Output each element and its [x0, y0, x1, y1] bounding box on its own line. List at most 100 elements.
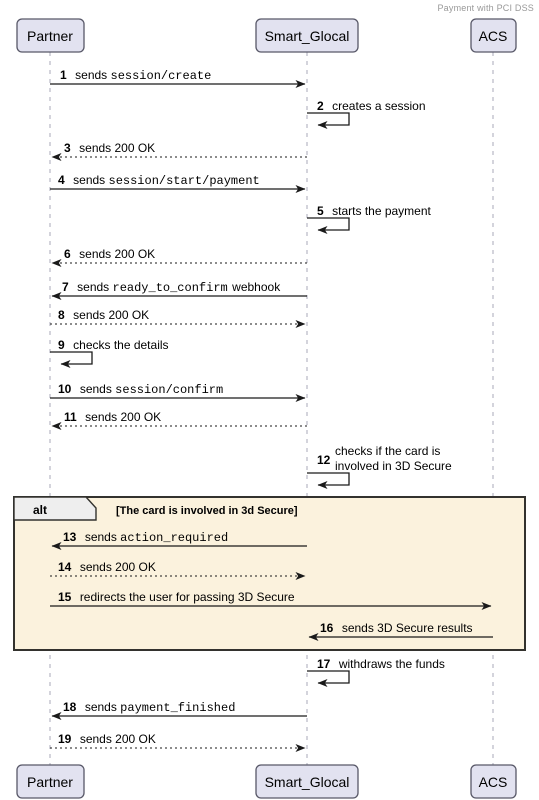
message-9-line [50, 351, 93, 368]
message-3-text: 3 sends 200 OK [64, 139, 155, 156]
participant-acs-top-label: ACS [479, 28, 508, 44]
message-11[interactable]: 11 sends 200 OK [51, 408, 307, 430]
message-14-text: 14 sends 200 OK [58, 558, 156, 575]
message-12-label-line1: checks if the card is [335, 444, 440, 458]
message-15-label: redirects the user for passing 3D Secure [80, 590, 295, 604]
message-11-label: sends 200 OK [85, 410, 161, 424]
participant-acs-bottom-label: ACS [479, 774, 508, 790]
message-12[interactable]: 12 checks if the card is involved in 3D … [307, 444, 452, 489]
message-17[interactable]: 17 withdraws the funds [307, 655, 445, 687]
message-7-code: ready_to_confirm [113, 281, 228, 295]
alt-fragment-label: alt [33, 503, 47, 517]
message-18-label: sends [85, 700, 120, 714]
message-4-code: session/start/payment [109, 174, 260, 188]
message-7[interactable]: 7 sends ready_to_confirm webhook [51, 278, 307, 300]
message-6[interactable]: 6 sends 200 OK [51, 245, 307, 267]
message-7-number: 7 [62, 280, 69, 294]
participant-smart-glocal-top[interactable]: Smart_Glocal [255, 18, 359, 53]
participant-acs-bottom[interactable]: ACS [470, 764, 517, 799]
message-5-line [307, 217, 350, 234]
message-18-code: payment_finished [120, 701, 235, 715]
message-14-label: sends 200 OK [80, 560, 156, 574]
message-19-number: 19 [58, 732, 72, 746]
message-3[interactable]: 3 sends 200 OK [51, 139, 307, 161]
message-17-text: 17 withdraws the funds [317, 655, 445, 672]
message-2[interactable]: 2 creates a session [307, 97, 426, 129]
message-4[interactable]: 4 sends session/start/payment [50, 171, 306, 193]
message-5-text: 5 starts the payment [317, 202, 432, 219]
message-9-label: checks the details [73, 338, 168, 352]
message-6-text: 6 sends 200 OK [64, 245, 155, 262]
message-1-text: 1 sends session/create [60, 66, 211, 83]
message-18[interactable]: 18 sends payment_finished [51, 698, 307, 720]
message-17-line [307, 670, 350, 687]
message-19[interactable]: 19 sends 200 OK [50, 730, 306, 752]
message-10-text: 10 sends session/confirm [58, 380, 223, 397]
message-9-text: 9 checks the details [58, 336, 169, 353]
participant-partner-bottom[interactable]: Partner [16, 764, 85, 799]
message-2-line [307, 112, 350, 129]
message-19-label: sends 200 OK [80, 732, 156, 746]
participant-smart-glocal-bottom-label: Smart_Glocal [265, 774, 350, 790]
message-1-number: 1 [60, 68, 67, 82]
message-13-number: 13 [63, 530, 77, 544]
message-17-label: withdraws the funds [338, 657, 445, 671]
participant-acs-top[interactable]: ACS [470, 18, 517, 53]
message-8-text: 8 sends 200 OK [58, 306, 149, 323]
sequence-diagram-canvas: Payment with PCI DSS alt [The card is in… [0, 0, 539, 800]
message-14-number: 14 [58, 560, 72, 574]
message-12-number: 12 [317, 453, 331, 467]
message-10-code: session/confirm [115, 383, 223, 397]
message-5-number: 5 [317, 204, 324, 218]
message-1-code: session/create [111, 69, 212, 83]
alt-fragment-tab [13, 496, 97, 521]
message-8[interactable]: 8 sends 200 OK [50, 306, 306, 328]
participant-partner-bottom-label: Partner [27, 774, 73, 790]
message-10-number: 10 [58, 382, 72, 396]
message-13-text: 13 sends action_required [63, 528, 228, 545]
participant-smart-glocal-top-label: Smart_Glocal [265, 28, 350, 44]
message-6-number: 6 [64, 247, 71, 261]
message-9[interactable]: 9 checks the details [50, 336, 169, 368]
participant-partner-top-label: Partner [27, 28, 73, 44]
message-2-text: 2 creates a session [317, 97, 426, 114]
message-16-label: sends 3D Secure results [342, 621, 473, 635]
message-16[interactable]: 16 sends 3D Secure results [308, 619, 493, 641]
message-7-text: 7 sends ready_to_confirm webhook [62, 278, 281, 295]
diagram-title: Payment with PCI DSS [437, 3, 534, 13]
message-2-number: 2 [317, 99, 324, 113]
message-18-number: 18 [63, 700, 77, 714]
message-3-number: 3 [64, 141, 71, 155]
message-4-number: 4 [58, 173, 65, 187]
message-8-label: sends 200 OK [73, 308, 149, 322]
message-11-text: 11 sends 200 OK [64, 408, 161, 425]
message-1-label: sends [75, 68, 110, 82]
message-2-label: creates a session [332, 99, 425, 113]
message-16-text: 16 sends 3D Secure results [320, 619, 473, 636]
message-10[interactable]: 10 sends session/confirm [50, 380, 306, 402]
message-3-label: sends 200 OK [79, 141, 155, 155]
message-4-label: sends [73, 173, 108, 187]
message-8-number: 8 [58, 308, 65, 322]
message-15-text: 15 redirects the user for passing 3D Sec… [58, 588, 295, 605]
message-13-label: sends [85, 530, 120, 544]
message-12-line [307, 472, 350, 489]
message-15-number: 15 [58, 590, 72, 604]
message-7-label-tail: webhook [231, 280, 281, 294]
message-7-label: sends [77, 280, 112, 294]
message-4-text: 4 sends session/start/payment [58, 171, 260, 188]
message-1[interactable]: 1 sends session/create [50, 66, 306, 88]
message-11-number: 11 [64, 410, 77, 424]
message-10-label: sends [80, 382, 115, 396]
participant-partner-top[interactable]: Partner [16, 18, 85, 53]
message-5[interactable]: 5 starts the payment [307, 202, 432, 234]
message-18-text: 18 sends payment_finished [63, 698, 235, 715]
message-16-number: 16 [320, 621, 334, 635]
message-6-label: sends 200 OK [79, 247, 155, 261]
participant-smart-glocal-bottom[interactable]: Smart_Glocal [255, 764, 359, 799]
message-17-number: 17 [317, 657, 331, 671]
alt-fragment-condition: [The card is involved in 3d Secure] [116, 505, 298, 517]
message-9-number: 9 [58, 338, 65, 352]
message-13-code: action_required [120, 531, 228, 545]
message-12-label-line2: involved in 3D Secure [335, 459, 452, 473]
